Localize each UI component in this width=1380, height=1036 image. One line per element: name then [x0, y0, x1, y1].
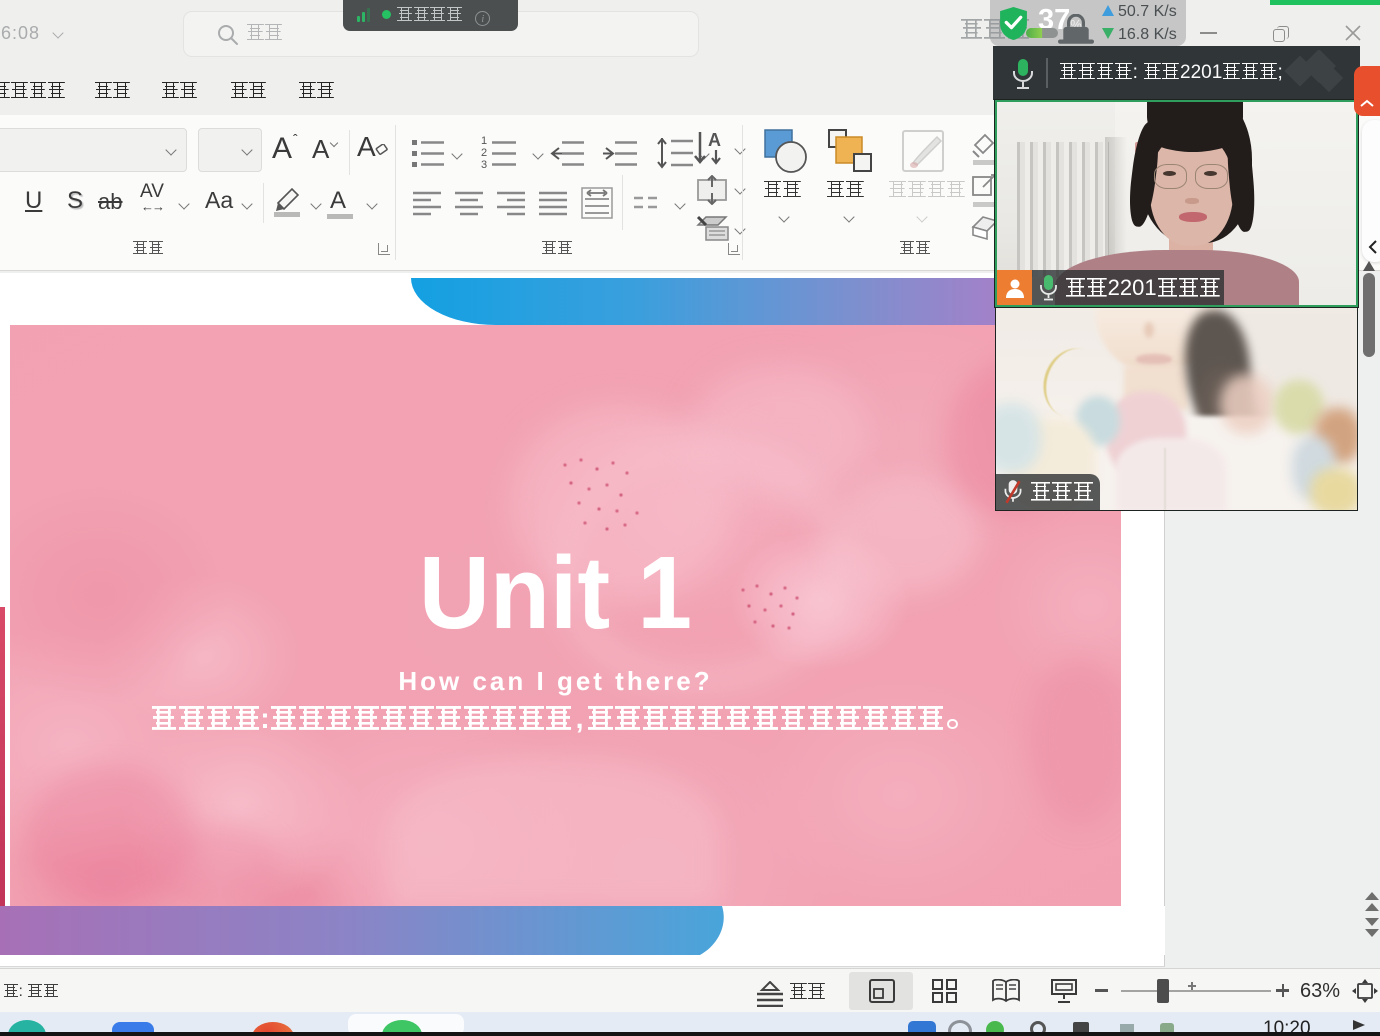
- svg-text:A: A: [708, 130, 721, 150]
